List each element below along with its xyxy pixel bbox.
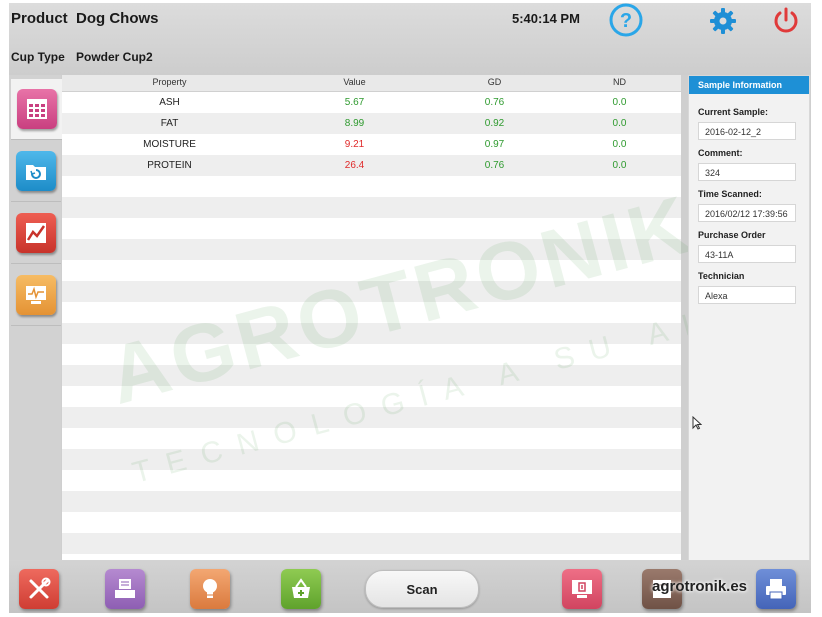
table-row <box>62 260 681 281</box>
table-row <box>62 491 681 512</box>
table-row[interactable]: FAT 8.99 0.92 0.0 <box>62 113 681 134</box>
cell-property: FAT <box>160 118 179 129</box>
purchase-order-label: Purchase Order <box>698 230 766 240</box>
basket-icon <box>292 578 310 598</box>
lightbulb-icon <box>203 579 217 598</box>
cell-value: 26.4 <box>344 160 365 171</box>
nav-item-results-table[interactable] <box>11 79 63 140</box>
table-row <box>62 302 681 323</box>
table-row <box>62 512 681 533</box>
current-sample-field[interactable]: 2016-02-12_2 <box>698 122 796 140</box>
table-header: Property Value GD ND <box>62 75 681 92</box>
help-button[interactable]: ? <box>609 3 643 37</box>
lamp-button[interactable] <box>190 569 230 609</box>
table-row <box>62 323 681 344</box>
table-row <box>62 533 681 554</box>
mouse-cursor-icon <box>692 416 702 430</box>
left-nav <box>9 75 63 560</box>
printer-icon <box>766 579 786 600</box>
table-row <box>62 176 681 197</box>
sample-basket-button[interactable] <box>281 569 321 609</box>
cell-property: ASH <box>159 97 180 108</box>
product-label: Product <box>11 10 68 27</box>
sample-info-panel: Sample Information Current Sample: 2016-… <box>688 75 810 562</box>
technician-label: Technician <box>698 271 745 281</box>
nav-item-history[interactable] <box>11 141 61 202</box>
line-chart-icon <box>16 213 56 253</box>
monitor-report-icon <box>572 580 592 598</box>
results-table: Property Value GD ND ASH 5.67 0.76 0.0 FAT 8.… <box>62 75 681 560</box>
tools-icon <box>29 577 51 599</box>
time-scanned-label: Time Scanned: <box>698 189 762 199</box>
cell-nd: 0.0 <box>612 97 627 108</box>
cup-type-value: Powder Cup2 <box>76 50 153 64</box>
table-row <box>62 365 681 386</box>
cell-value: 9.21 <box>344 139 365 150</box>
table-row[interactable]: ASH 5.67 0.76 0.0 <box>62 92 681 113</box>
brand-watermark: agrotronik.es <box>652 578 748 595</box>
current-sample-label: Current Sample: <box>698 107 769 117</box>
comment-label: Comment: <box>698 148 743 158</box>
help-icon: ? <box>609 3 643 37</box>
power-icon <box>774 7 798 33</box>
cell-gd: 0.76 <box>484 160 505 171</box>
report-button[interactable] <box>562 569 602 609</box>
table-row <box>62 407 681 428</box>
cell-property: MOISTURE <box>143 139 196 150</box>
column-header-property: Property <box>152 77 187 87</box>
tools-button[interactable] <box>19 569 59 609</box>
product-value: Dog Chows <box>76 10 159 27</box>
cell-gd: 0.97 <box>484 139 505 150</box>
scan-button[interactable]: Scan <box>365 570 479 608</box>
header-bar: Product Dog Chows 5:40:14 PM ? Cup Type … <box>9 3 811 75</box>
table-row <box>62 470 681 491</box>
monitor-wave-icon <box>16 275 56 315</box>
cell-nd: 0.0 <box>612 160 627 171</box>
cell-value: 5.67 <box>344 97 365 108</box>
cell-gd: 0.76 <box>484 97 505 108</box>
table-row <box>62 449 681 470</box>
folder-history-icon <box>16 151 56 191</box>
table-row <box>62 218 681 239</box>
spreadsheet-icon <box>17 89 57 129</box>
power-button[interactable] <box>771 5 801 35</box>
scanner-icon <box>115 579 135 598</box>
column-header-value: Value <box>343 77 366 87</box>
cell-value: 8.99 <box>344 118 365 129</box>
gear-icon <box>710 8 736 34</box>
cell-gd: 0.92 <box>484 118 505 129</box>
print-button[interactable] <box>756 569 796 609</box>
app-window: Product Dog Chows 5:40:14 PM ? Cup Type … <box>9 3 822 613</box>
column-header-gd: GD <box>487 77 502 87</box>
cell-property: PROTEIN <box>147 160 192 171</box>
table-row[interactable]: PROTEIN 26.4 0.76 0.0 <box>62 155 681 176</box>
nav-item-chart[interactable] <box>11 203 61 264</box>
table-row <box>62 428 681 449</box>
scanner-button[interactable] <box>105 569 145 609</box>
comment-field[interactable]: 324 <box>698 163 796 181</box>
nav-item-spectrum[interactable] <box>11 265 61 326</box>
column-header-nd: ND <box>613 77 626 87</box>
table-row <box>62 239 681 260</box>
bottom-toolbar: Scan agrotronik.es <box>9 560 811 613</box>
time-scanned-field[interactable]: 2016/02/12 17:39:56 <box>698 204 796 222</box>
table-row <box>62 386 681 407</box>
purchase-order-field[interactable]: 43-11A <box>698 245 796 263</box>
sample-info-title: Sample Information <box>689 76 809 94</box>
cup-type-label: Cup Type <box>11 50 65 64</box>
cell-nd: 0.0 <box>612 118 627 129</box>
clock: 5:40:14 PM <box>512 11 580 26</box>
svg-text:?: ? <box>620 10 632 32</box>
table-row <box>62 344 681 365</box>
settings-button[interactable] <box>708 6 738 36</box>
technician-field[interactable]: Alexa <box>698 286 796 304</box>
cell-nd: 0.0 <box>612 139 627 150</box>
table-row[interactable]: MOISTURE 9.21 0.97 0.0 <box>62 134 681 155</box>
table-row <box>62 197 681 218</box>
table-row <box>62 281 681 302</box>
